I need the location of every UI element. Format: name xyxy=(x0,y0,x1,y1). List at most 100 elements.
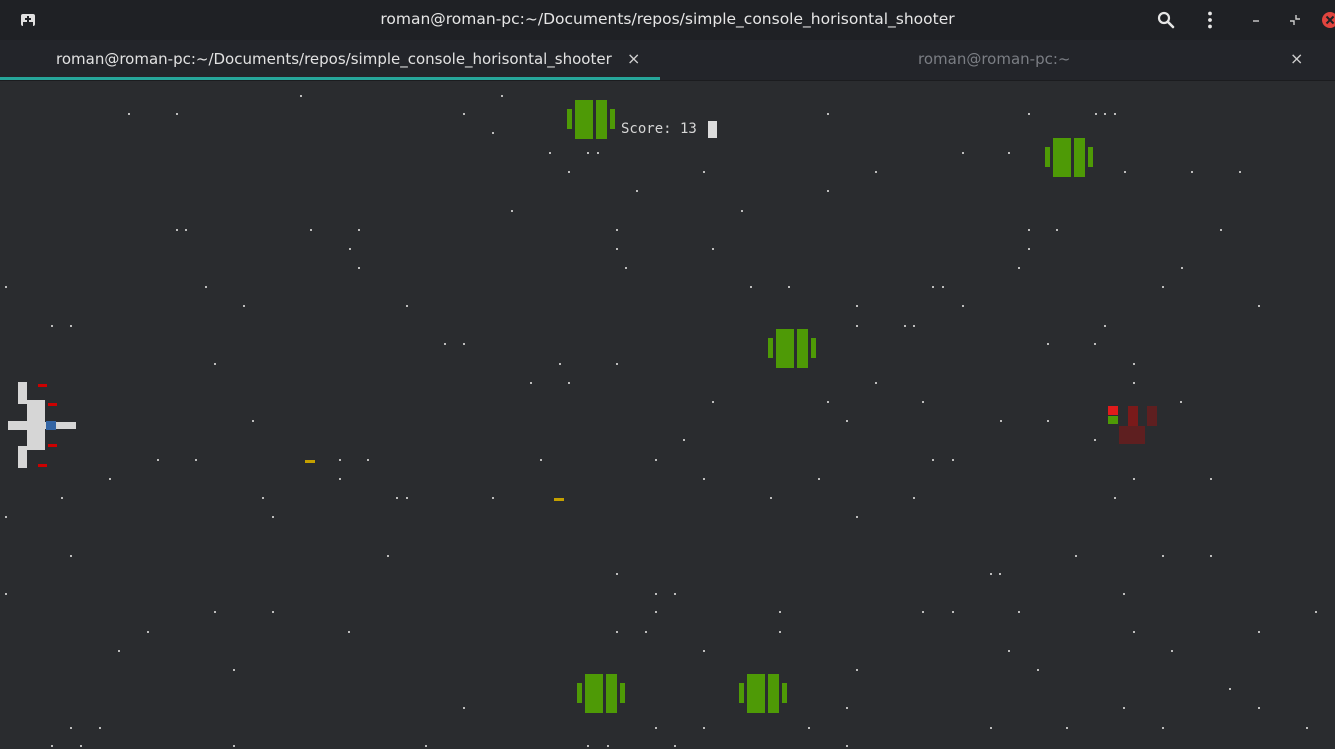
star xyxy=(922,611,924,613)
star xyxy=(109,478,111,480)
star xyxy=(952,611,954,613)
star xyxy=(568,382,570,384)
star xyxy=(176,113,178,115)
star xyxy=(559,363,561,365)
star xyxy=(703,650,705,652)
star xyxy=(1124,171,1126,173)
star xyxy=(741,210,743,212)
star xyxy=(530,382,532,384)
star xyxy=(1018,267,1020,269)
star xyxy=(1066,727,1068,729)
star xyxy=(942,286,944,288)
star xyxy=(827,190,829,192)
star xyxy=(703,478,705,480)
star xyxy=(674,593,676,595)
terminal-game-view[interactable]: Score: 13 xyxy=(0,81,1335,749)
star xyxy=(962,152,964,154)
star xyxy=(607,745,609,747)
restore-icon[interactable] xyxy=(1285,10,1305,30)
star xyxy=(61,497,63,499)
star xyxy=(406,497,408,499)
star xyxy=(922,401,924,403)
star xyxy=(511,210,513,212)
star xyxy=(367,459,369,461)
star xyxy=(1075,555,1077,557)
star xyxy=(195,459,197,461)
player-ship xyxy=(8,382,76,468)
star xyxy=(1258,305,1260,307)
search-icon[interactable] xyxy=(1156,10,1176,30)
star xyxy=(549,152,551,154)
star xyxy=(128,113,130,115)
terminal-cursor xyxy=(708,121,717,138)
star xyxy=(358,267,360,269)
tab-close-icon[interactable]: × xyxy=(627,40,640,78)
star xyxy=(779,631,781,633)
star xyxy=(1114,113,1116,115)
star xyxy=(1220,229,1222,231)
star xyxy=(1028,229,1030,231)
active-tab-indicator xyxy=(0,77,660,80)
star xyxy=(1162,286,1164,288)
laser-bullet xyxy=(305,460,315,463)
tab-shooter-repo[interactable]: roman@roman-pc:~/Documents/repos/simple_… xyxy=(0,40,660,80)
star xyxy=(214,611,216,613)
star xyxy=(856,305,858,307)
star xyxy=(262,497,264,499)
window-title: roman@roman-pc:~/Documents/repos/simple_… xyxy=(380,10,955,28)
tab-home[interactable]: roman@roman-pc:~ × xyxy=(660,40,1335,80)
star xyxy=(846,420,848,422)
star xyxy=(300,95,302,97)
star xyxy=(348,631,350,633)
star xyxy=(1008,650,1010,652)
star xyxy=(655,611,657,613)
star xyxy=(51,325,53,327)
star xyxy=(703,171,705,173)
exploding-enemy xyxy=(1108,406,1157,444)
star xyxy=(904,325,906,327)
star xyxy=(1210,478,1212,480)
star xyxy=(1133,363,1135,365)
title-bar: roman@roman-pc:~/Documents/repos/simple_… xyxy=(0,0,1335,40)
star xyxy=(587,152,589,154)
star xyxy=(827,401,829,403)
star xyxy=(1028,248,1030,250)
star xyxy=(712,401,714,403)
laser-bullet xyxy=(554,498,564,501)
tab-label: roman@roman-pc:~ xyxy=(918,50,1071,68)
star xyxy=(788,286,790,288)
star xyxy=(349,248,351,250)
star xyxy=(683,439,685,441)
star xyxy=(1094,343,1096,345)
star xyxy=(444,343,446,345)
tab-close-icon[interactable]: × xyxy=(1290,40,1303,78)
enemy-ship xyxy=(1045,138,1093,177)
star xyxy=(655,727,657,729)
star xyxy=(846,745,848,747)
star xyxy=(616,573,618,575)
star xyxy=(387,555,389,557)
tab-bar: roman@roman-pc:~/Documents/repos/simple_… xyxy=(0,40,1335,81)
menu-icon[interactable] xyxy=(1200,10,1220,30)
star xyxy=(1123,707,1125,709)
star xyxy=(492,132,494,134)
star xyxy=(703,727,705,729)
star xyxy=(5,593,7,595)
star xyxy=(310,229,312,231)
star xyxy=(1239,171,1241,173)
star xyxy=(425,745,427,747)
enemy-ship xyxy=(768,329,816,368)
minimize-icon[interactable] xyxy=(1246,10,1266,30)
star xyxy=(406,305,408,307)
star xyxy=(616,363,618,365)
star xyxy=(243,305,245,307)
star xyxy=(645,631,647,633)
star xyxy=(856,325,858,327)
star xyxy=(1104,325,1106,327)
close-icon[interactable] xyxy=(1320,10,1335,30)
star xyxy=(358,229,360,231)
star xyxy=(463,707,465,709)
star xyxy=(827,113,829,115)
star xyxy=(214,363,216,365)
star xyxy=(252,420,254,422)
